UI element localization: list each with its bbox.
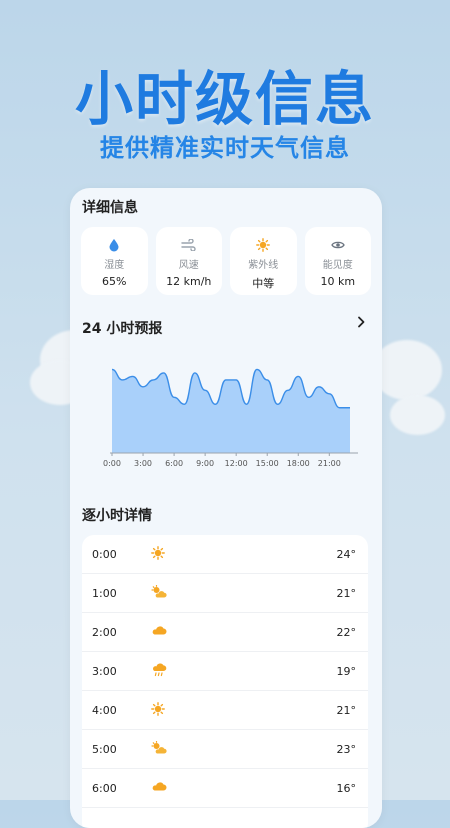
hourly-row[interactable]: 5:00 23° [82,730,368,769]
hour-temperature: 24° [336,547,357,561]
page-subheadline: 提供精准实时天气信息 [100,134,350,162]
tile-visibility[interactable]: 能见度 10 km [304,227,371,295]
x-axis-tick-label: 15:00 [256,459,279,468]
hour-temperature: 23° [336,742,357,756]
tile-humidity[interactable]: 湿度 65% [81,227,148,295]
hour-time: 3:00 [92,664,117,678]
detail-tiles: 湿度 65% 风速 12 km/h 紫外线 中等 能见度 10 km [81,227,371,295]
x-axis-tick-label: 21:00 [318,459,341,468]
tile-label: 紫外线 [248,260,279,271]
temperature-area [112,369,350,453]
sun-icon [151,702,165,719]
x-axis-tick-label: 18:00 [287,459,310,468]
hourly-row[interactable]: 3:00 19° [82,652,368,691]
hour-time: 5:00 [92,742,117,756]
hour-temperature: 21° [336,703,357,717]
forecast-title: 24 小时预报 [82,321,163,337]
background-cloud [372,340,442,400]
wind-icon [181,237,197,253]
hour-temperature: 16° [336,781,357,795]
hourly-row[interactable]: 2:00 22° [82,613,368,652]
tile-uv[interactable]: 紫外线 中等 [230,227,297,295]
cloud-icon [151,624,167,639]
eye-visibility-icon [331,237,345,253]
tile-value: 中等 [252,277,275,290]
tile-label: 湿度 [104,260,125,271]
background-cloud [390,395,445,435]
chevron-right-icon[interactable] [356,316,366,332]
hour-time: 0:00 [92,547,117,561]
hour-temperature: 22° [336,625,357,639]
x-axis-tick-label: 0:00 [103,459,121,468]
humidity-drop-icon [108,237,120,253]
tile-value: 10 km [320,275,356,288]
cloud-icon [151,780,167,795]
x-axis-tick-label: 12:00 [225,459,248,468]
hour-time: 2:00 [92,625,117,639]
hour-time: 4:00 [92,703,117,717]
hourly-temperature-chart: 0:00 3:00 6:00 9:00 12:00 15:00 18:00 21:00 [103,368,358,468]
sun-icon [151,546,165,563]
tile-value: 65% [102,275,127,288]
sun-uv-icon [256,237,271,253]
tile-wind[interactable]: 风速 12 km/h [155,227,222,295]
tile-label: 能见度 [322,260,353,271]
hourly-row[interactable]: 6:00 16° [82,769,368,808]
x-axis-tick-label: 6:00 [165,459,183,468]
rain-icon [151,663,167,680]
tile-label: 风速 [178,260,199,271]
hourly-row[interactable]: 0:00 24° [82,535,368,574]
x-axis-tick-label: 3:00 [134,459,152,468]
hour-temperature: 21° [336,586,357,600]
x-axis-ticks: 0:00 3:00 6:00 9:00 12:00 15:00 18:00 21:00 [103,453,341,468]
x-axis-tick-label: 9:00 [196,459,214,468]
tile-value: 12 km/h [166,275,212,288]
hourly-title: 逐小时详情 [82,508,152,524]
hourly-row[interactable]: 4:00 21° [82,691,368,730]
hour-temperature: 19° [336,664,357,678]
hourly-list: 0:00 24° 1:00 21° 2:00 22° 3:00 19° 4:00… [82,535,368,828]
hour-time: 6:00 [92,781,117,795]
partly-cloudy-icon [151,584,167,602]
hour-time: 1:00 [92,586,117,600]
partly-cloudy-icon [151,740,167,758]
page-headline: 小时级信息 [74,65,375,133]
hourly-row[interactable]: 1:00 21° [82,574,368,613]
weather-detail-card: 详细信息 湿度 65% 风速 12 km/h 紫外线 中等 能见度 10 km … [70,188,382,828]
details-title: 详细信息 [82,200,138,216]
